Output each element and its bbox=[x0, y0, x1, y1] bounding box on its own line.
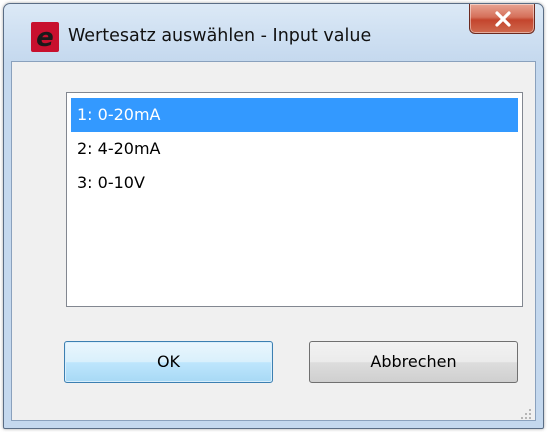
list-item-0-10v[interactable]: 3: 0-10V bbox=[71, 166, 518, 200]
resize-grip-icon[interactable] bbox=[520, 405, 532, 419]
svg-text:e: e bbox=[36, 23, 54, 52]
list-item-0-20ma[interactable]: 1: 0-20mA bbox=[71, 98, 518, 132]
value-set-listbox[interactable]: 1: 0-20mA 2: 4-20mA 3: 0-10V bbox=[66, 92, 523, 307]
dialog-client-area: 1: 0-20mA 2: 4-20mA 3: 0-10V OK Abbreche… bbox=[11, 61, 536, 421]
e-logo-icon: e bbox=[31, 22, 59, 53]
close-icon bbox=[495, 11, 511, 27]
cancel-button[interactable]: Abbrechen bbox=[309, 341, 518, 383]
ok-button[interactable]: OK bbox=[64, 341, 273, 383]
close-button[interactable] bbox=[469, 4, 535, 34]
list-item-4-20ma[interactable]: 2: 4-20mA bbox=[71, 132, 518, 166]
window-title: Wertesatz auswählen - Input value bbox=[68, 26, 372, 46]
dialog-window: e Wertesatz auswählen - Input value 1: 0… bbox=[3, 3, 544, 429]
title-bar[interactable]: e Wertesatz auswählen - Input value bbox=[4, 4, 543, 62]
